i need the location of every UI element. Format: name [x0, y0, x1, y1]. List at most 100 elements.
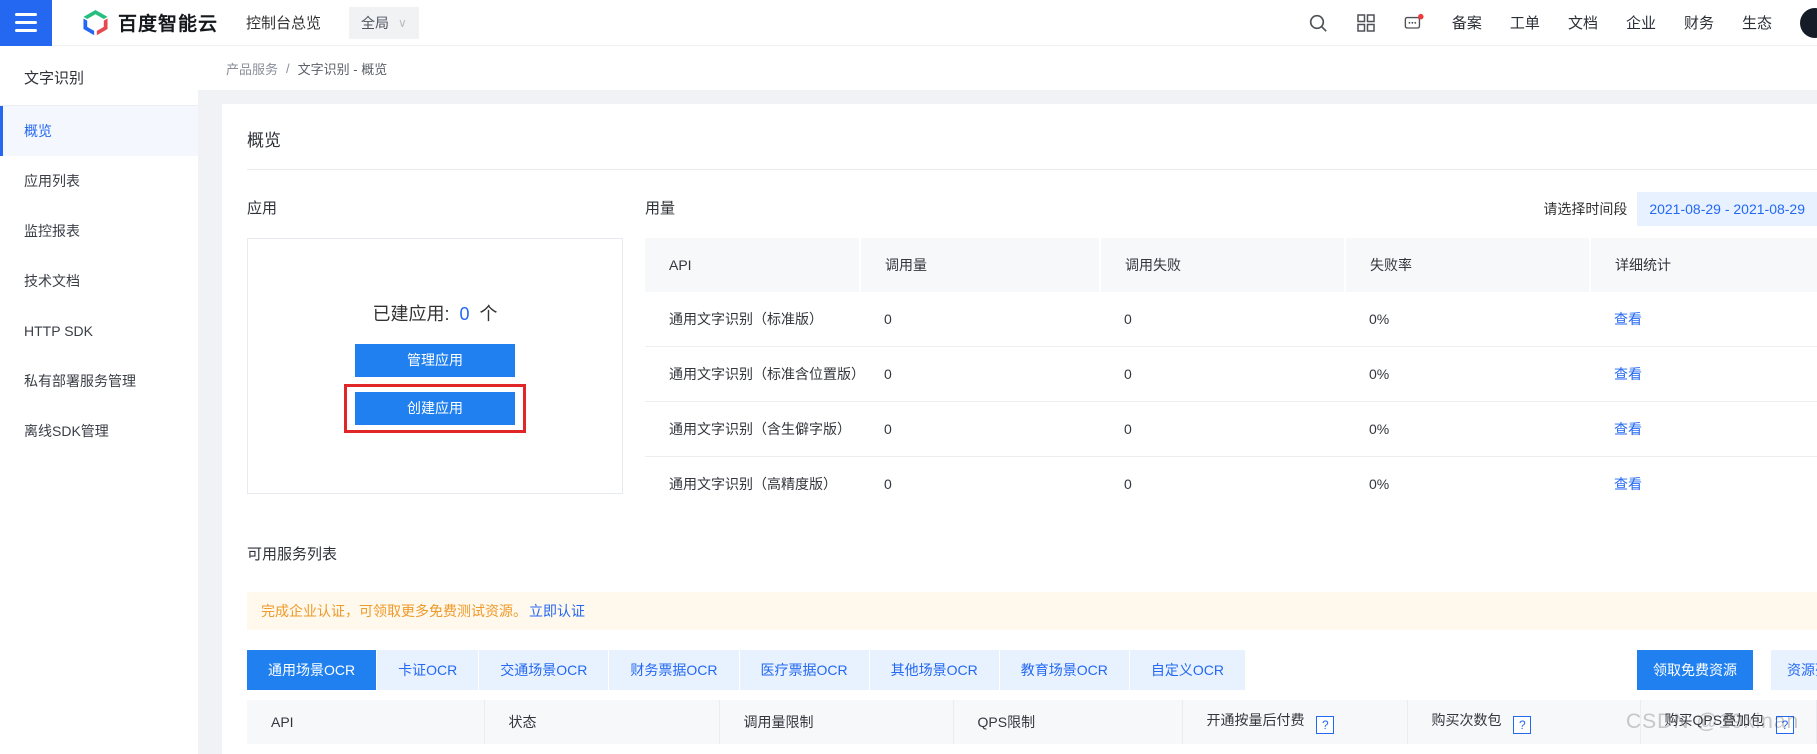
sidebar-item-label: 应用列表	[24, 171, 80, 191]
cell-rate: 0%	[1345, 347, 1590, 402]
view-detail-link[interactable]: 查看	[1614, 421, 1642, 437]
tab-general-ocr[interactable]: 通用场景OCR	[247, 650, 376, 690]
breadcrumb: 产品服务 / 文字识别 - 概览	[198, 46, 1817, 90]
time-range-label: 请选择时间段	[1543, 199, 1627, 219]
col-call-limit: 调用量限制	[719, 700, 953, 744]
nav-link-ecosystem[interactable]: 生态	[1742, 12, 1772, 33]
tab-card-ocr[interactable]: 卡证OCR	[377, 650, 478, 690]
tab-education-ocr[interactable]: 教育场景OCR	[1000, 650, 1129, 690]
sidebar-item-label: 监控报表	[24, 221, 80, 241]
message-icon[interactable]	[1404, 13, 1424, 33]
sidebar-item-label: 概览	[24, 121, 52, 141]
usage-table: API 调用量 调用失败 失败率 详细统计 通用文字识别（标准版）	[645, 238, 1817, 504]
usage-table-header: API 调用量 调用失败 失败率 详细统计	[645, 238, 1817, 292]
sidebar-item-offline-sdk[interactable]: 离线SDK管理	[0, 406, 198, 456]
cell-api: 通用文字识别（标准版）	[247, 744, 484, 754]
cell-api: 通用文字识别（标准含位置版）	[645, 347, 860, 402]
hamburger-menu-icon[interactable]	[0, 0, 52, 46]
cell-api: 通用文字识别（标准版）	[645, 292, 860, 347]
col-failed: 调用失败	[1100, 238, 1345, 292]
sidebar-item-monitor-report[interactable]: 监控报表	[0, 206, 198, 256]
cell-calls: 0	[860, 347, 1100, 402]
col-qps-package: 购买QPS叠加包	[1665, 712, 1765, 728]
service-tabs: 通用场景OCR 卡证OCR 交通场景OCR 财务票据OCR 医疗票据OCR 其他…	[247, 650, 1817, 690]
manage-app-button[interactable]: 管理应用	[355, 344, 515, 377]
chevron-down-icon: ∨	[398, 16, 407, 30]
sidebar-item-private-deploy[interactable]: 私有部署服务管理	[0, 356, 198, 406]
app-summary-box: 已建应用: 0 个 管理应用 创建应用	[247, 238, 623, 494]
notification-dot	[1418, 13, 1423, 18]
region-value: 全局	[361, 13, 389, 33]
claim-free-resources-button[interactable]: 领取免费资源	[1637, 650, 1753, 690]
table-row: 通用文字识别（高精度版） 0 0 0% 查看	[645, 457, 1817, 505]
search-icon[interactable]	[1308, 13, 1328, 33]
nav-link-finance[interactable]: 财务	[1684, 12, 1714, 33]
cell-calls: 0	[860, 402, 1100, 457]
created-apps-label: 已建应用:	[372, 304, 449, 324]
nav-link-record-filing[interactable]: 备案	[1452, 12, 1482, 33]
cell-call-limit: --	[719, 744, 953, 754]
resource-list-button[interactable]: 资源列	[1771, 650, 1817, 690]
sidebar-item-overview[interactable]: 概览	[0, 106, 198, 156]
tab-custom-ocr[interactable]: 自定义OCR	[1130, 650, 1245, 690]
baidu-cloud-logo-icon	[82, 9, 109, 36]
cell-qps-limit: --	[953, 744, 1182, 754]
nav-link-docs[interactable]: 文档	[1568, 12, 1598, 33]
notice-text: 完成企业认证，可领取更多免费测试资源。	[261, 601, 527, 621]
breadcrumb-root[interactable]: 产品服务	[226, 59, 278, 78]
view-detail-link[interactable]: 查看	[1614, 476, 1642, 492]
cell-status: ● 待开通付费	[484, 744, 719, 754]
help-icon[interactable]: ?	[1776, 716, 1794, 734]
cell-api: 通用文字识别（含生僻字版）	[645, 402, 860, 457]
tab-finance-ocr[interactable]: 财务票据OCR	[609, 650, 738, 690]
top-navbar: 百度智能云 控制台总览 全局 ∨ 备案 工单 文档 企	[0, 0, 1817, 46]
console-overview-link[interactable]: 控制台总览	[246, 12, 321, 33]
col-rate: 失败率	[1345, 238, 1590, 292]
annotation-highlight: 创建应用	[344, 384, 526, 433]
region-selector[interactable]: 全局 ∨	[349, 7, 419, 39]
cell-rate: 0%	[1345, 292, 1590, 347]
sidebar-item-http-sdk[interactable]: HTTP SDK	[0, 306, 198, 356]
help-icon[interactable]: ?	[1513, 716, 1531, 734]
view-detail-link[interactable]: 查看	[1614, 311, 1642, 327]
cell-calls: 0	[860, 457, 1100, 505]
nav-link-enterprise[interactable]: 企业	[1626, 12, 1656, 33]
cell-failed: 0	[1100, 457, 1345, 505]
created-apps-count: 0	[460, 304, 470, 324]
services-table: API 状态 调用量限制 QPS限制 开通按量后付费 ? 购买次数包 ?	[247, 700, 1817, 754]
created-apps-line: 已建应用: 0 个	[372, 300, 497, 326]
col-status: 状态	[484, 700, 719, 744]
table-row: 通用文字识别（标准含位置版） 0 0 0% 查看	[645, 347, 1817, 402]
certification-notice: 完成企业认证，可领取更多免费测试资源。 立即认证	[247, 592, 1817, 630]
sidebar-item-tech-docs[interactable]: 技术文档	[0, 256, 198, 306]
certify-now-link[interactable]: 立即认证	[529, 601, 585, 621]
cell-failed: 0	[1100, 292, 1345, 347]
view-detail-link[interactable]: 查看	[1614, 366, 1642, 382]
brand-logo[interactable]: 百度智能云	[82, 9, 218, 36]
sidebar-item-label: 技术文档	[24, 271, 80, 291]
usage-section-title: 用量	[645, 192, 675, 226]
sidebar: 文字识别 概览 应用列表 监控报表 技术文档 HTTP SDK 私有部署服务管理…	[0, 46, 198, 754]
nav-link-work-order[interactable]: 工单	[1510, 12, 1540, 33]
col-count-package: 购买次数包	[1432, 712, 1502, 728]
tab-other-ocr[interactable]: 其他场景OCR	[870, 650, 999, 690]
date-range-picker[interactable]: 2021-08-29 - 2021-08-29	[1637, 192, 1817, 226]
apps-grid-icon[interactable]	[1356, 13, 1376, 33]
help-icon[interactable]: ?	[1316, 716, 1334, 734]
create-app-button[interactable]: 创建应用	[355, 392, 515, 425]
cell-failed: 0	[1100, 402, 1345, 457]
table-row: 通用文字识别（含生僻字版） 0 0 0% 查看	[645, 402, 1817, 457]
created-apps-unit: 个	[480, 304, 498, 324]
col-calls: 调用量	[860, 238, 1100, 292]
tab-medical-ocr[interactable]: 医疗票据OCR	[740, 650, 869, 690]
main-card: 概览 应用 已建应用: 0 个 管理应用 创建应用	[222, 104, 1817, 754]
table-row: 通用文字识别（标准版） ● 待开通付费 -- -- 开通 购买 购买|配额详情	[247, 744, 1817, 754]
app-section-title: 应用	[247, 192, 623, 226]
services-section-title: 可用服务列表	[247, 538, 1817, 572]
sidebar-item-app-list[interactable]: 应用列表	[0, 156, 198, 206]
cell-rate: 0%	[1345, 457, 1590, 505]
table-row: 通用文字识别（标准版） 0 0 0% 查看	[645, 292, 1817, 347]
tab-traffic-ocr[interactable]: 交通场景OCR	[479, 650, 608, 690]
breadcrumb-separator: /	[286, 61, 290, 76]
avatar[interactable]	[1800, 8, 1817, 38]
